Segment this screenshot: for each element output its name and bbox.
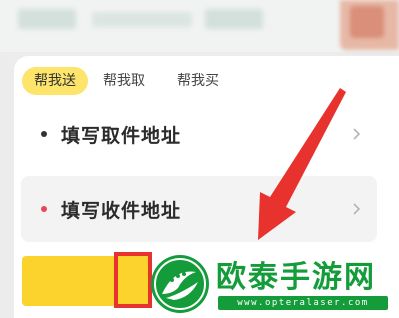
delivery-dot-icon	[41, 206, 47, 212]
watermark-title: 欧泰手游网	[216, 260, 376, 295]
blurred-header-text	[205, 9, 263, 29]
pickup-address-label: 填写取件地址	[61, 124, 182, 147]
watermark-logo	[151, 255, 209, 313]
avatar[interactable]	[340, 0, 399, 50]
tab-send[interactable]: 帮我送	[22, 67, 88, 95]
avatar-image	[350, 6, 384, 38]
chevron-right-icon	[353, 128, 361, 140]
tab-pickup[interactable]: 帮我取	[91, 67, 157, 95]
pickup-dot-icon	[41, 131, 47, 137]
service-tabs: 帮我送 帮我取 帮我买	[22, 67, 231, 95]
delivery-address-row[interactable]: 填写收件地址	[21, 176, 377, 242]
watermark-url: www.opteralaser.com	[218, 296, 388, 310]
chevron-right-icon	[353, 203, 361, 215]
blurred-header-text	[18, 9, 76, 29]
delivery-address-label: 填写收件地址	[61, 199, 182, 222]
highlight-annotation-box	[114, 252, 152, 308]
tab-buy[interactable]: 帮我买	[165, 67, 231, 95]
pickup-address-row[interactable]: 填写取件地址	[21, 101, 377, 167]
blurred-header-text	[92, 12, 192, 27]
